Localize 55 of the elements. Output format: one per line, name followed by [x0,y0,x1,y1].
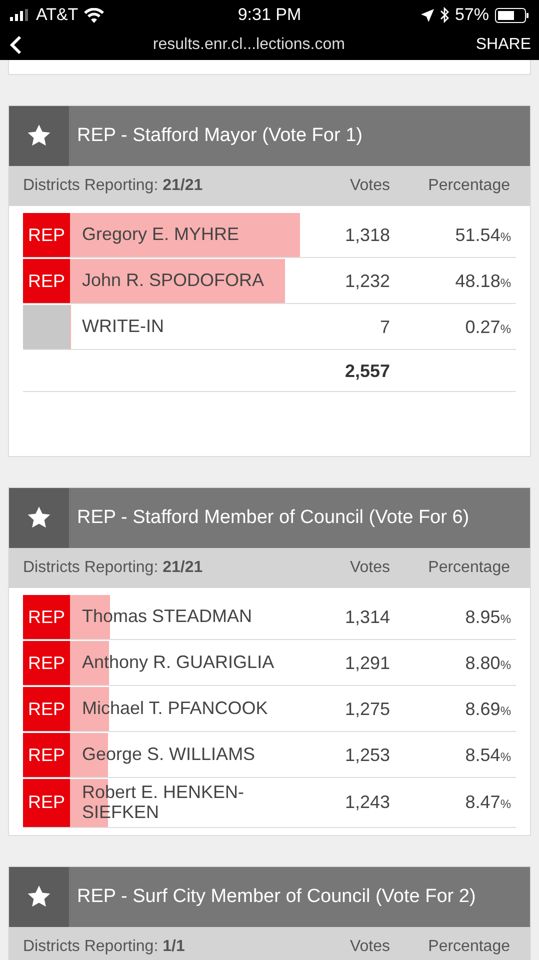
vote-percentage: 8.95% [464,606,512,628]
vote-percentage: 48.18% [454,270,512,292]
vote-percentage: 8.54% [464,744,512,766]
party-tag: REP [23,213,70,257]
candidate-name: George S. WILLIAMS [81,743,256,766]
candidate-name: Thomas STEADMAN [81,605,254,628]
total-votes: 2,557 [344,360,390,382]
districts-reporting: Districts Reporting: 21/21 [23,559,204,577]
signal-icon [10,9,30,21]
battery-icon [495,8,529,22]
contest-title: REP - Surf City Member of Council (Vote For 2) [76,886,476,908]
wifi-icon [84,8,104,22]
battery-percent: 57% [454,5,489,25]
votes-header: Votes [348,177,390,195]
vote-percentage: 51.54% [454,224,512,246]
party-tag: REP [23,595,70,639]
clock-time: 9:31 PM [238,5,302,25]
carrier-label: AT&T [36,5,78,25]
candidate-name: Gregory E. MYHRE [81,223,240,246]
bluetooth-icon [440,7,449,23]
location-arrow-icon [420,8,434,22]
candidate-name: Robert E. HENKEN-SIEFKEN [81,781,246,824]
percentage-header: Percentage [427,938,510,956]
party-tag: REP [23,259,70,303]
contest-title: REP - Stafford Member of Council (Vote For 6) [76,507,470,529]
party-tag: REP [23,641,70,685]
candidate-name: John R. SPODOFORA [81,269,266,292]
districts-reporting: Districts Reporting: 21/21 [23,177,204,195]
votes-header: Votes [348,559,390,577]
districts-reporting: Districts Reporting: 1/1 [23,938,186,956]
vote-count: 1,253 [344,744,390,766]
votes-header: Votes [348,938,390,956]
vote-count: 1,291 [344,652,390,674]
vote-count: 1,243 [344,792,390,814]
vote-percentage: 8.80% [464,652,512,674]
back-icon[interactable] [10,35,22,55]
percentage-header: Percentage [427,559,510,577]
candidate-name: Anthony R. GUARIGLIA [81,651,276,674]
vote-percentage: 0.27% [464,316,512,338]
party-tag: REP [23,779,70,827]
vote-count: 1,314 [344,606,390,628]
url-text[interactable]: results.enr.cl...lections.com [22,36,476,54]
candidate-name: WRITE-IN [81,315,165,338]
party-tag: REP [23,687,70,731]
contest-title: REP - Stafford Mayor (Vote For 1) [76,125,362,147]
vote-count: 1,232 [344,270,390,292]
vote-count: 7 [378,316,390,338]
party-tag: REP [23,733,70,777]
candidate-name: Michael T. PFANCOOK [81,697,269,720]
vote-percentage: 8.47% [464,792,512,814]
share-button[interactable]: SHARE [476,36,531,54]
percentage-header: Percentage [427,177,510,195]
vote-percentage: 8.69% [464,698,512,720]
vote-count: 1,318 [344,224,390,246]
vote-count: 1,275 [344,698,390,720]
